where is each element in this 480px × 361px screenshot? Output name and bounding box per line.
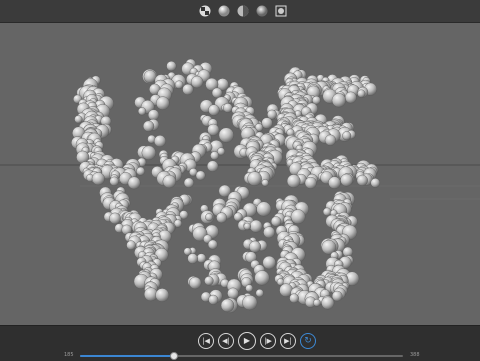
- sphere: [208, 294, 219, 305]
- material-sphere-icon[interactable]: [236, 4, 250, 18]
- timeline-track[interactable]: [80, 352, 403, 360]
- timeline-progress: [80, 355, 174, 357]
- sphere: [155, 96, 170, 110]
- sphere: [340, 173, 353, 187]
- sphere: [254, 270, 270, 286]
- sphere: [331, 93, 347, 108]
- sphere: [211, 87, 223, 99]
- sphere: [109, 212, 121, 225]
- sphere: [324, 134, 337, 146]
- timeline-scrubber[interactable]: [169, 352, 178, 360]
- sphere: [262, 255, 276, 270]
- sphere: [249, 219, 263, 233]
- frame-select-icon[interactable]: [274, 4, 288, 18]
- sphere: [242, 295, 258, 311]
- sphere: [263, 226, 275, 239]
- sphere: [313, 298, 321, 307]
- step-forward-button[interactable]: |▶: [260, 333, 276, 349]
- sphere: [218, 127, 234, 143]
- viewport-header: [0, 0, 480, 23]
- sphere: [222, 103, 233, 113]
- sphere: [247, 171, 262, 186]
- sphere: [342, 131, 352, 141]
- sphere: [289, 293, 299, 304]
- sphere: [196, 253, 207, 263]
- sphere: [255, 289, 264, 298]
- sphere: [143, 70, 157, 83]
- skip-to-end-button[interactable]: ▶|: [280, 333, 296, 349]
- sphere: [109, 176, 119, 187]
- loop-icon: ↻: [304, 335, 312, 346]
- sphere: [243, 222, 252, 231]
- playback-controls: |◀ ◀| ▶ |▶ ▶| ↻: [198, 332, 316, 350]
- shading-mode-toolbar: [198, 4, 288, 18]
- sphere: [206, 160, 219, 172]
- 3d-viewport[interactable]: [0, 23, 480, 325]
- step-forward-icon: |▶: [264, 336, 272, 345]
- sphere: [233, 212, 243, 222]
- sphere: [126, 240, 136, 250]
- frame-start-label: 185: [64, 352, 74, 358]
- sphere: [220, 298, 235, 313]
- sphere: [205, 213, 214, 222]
- step-back-icon: ◀|: [222, 336, 230, 345]
- sphere: [155, 288, 170, 302]
- sphere: [91, 172, 105, 186]
- sphere: [286, 174, 301, 188]
- sphere: [227, 287, 239, 300]
- sphere: [321, 296, 335, 310]
- sphere: [148, 109, 160, 121]
- sphere-text-scene: [0, 58, 480, 314]
- sphere: [370, 178, 381, 188]
- skip-start-icon: |◀: [202, 336, 210, 345]
- sphere: [322, 207, 332, 217]
- sphere: [357, 89, 366, 98]
- solid-sphere-icon[interactable]: [217, 4, 231, 18]
- sphere: [182, 83, 194, 96]
- sphere: [344, 91, 357, 104]
- sphere: [195, 170, 206, 181]
- shaded-sphere-icon[interactable]: [255, 4, 269, 18]
- sphere: [187, 253, 198, 264]
- sphere: [138, 107, 147, 116]
- sphere: [256, 201, 272, 217]
- sphere: [331, 290, 343, 302]
- sphere: [216, 212, 228, 224]
- sphere: [245, 284, 254, 293]
- skip-end-icon: ▶|: [284, 336, 292, 345]
- playback-bar: |◀ ◀| ▶ |▶ ▶| ↻ 185 388: [0, 325, 480, 361]
- sphere: [153, 135, 166, 148]
- sphere: [304, 176, 317, 189]
- sphere: [136, 166, 146, 176]
- sphere: [74, 115, 83, 124]
- sphere: [290, 209, 306, 225]
- play-button[interactable]: ▶: [238, 332, 256, 350]
- sphere: [208, 104, 220, 116]
- frame-end-label: 388: [410, 352, 420, 358]
- step-back-button[interactable]: ◀|: [218, 333, 234, 349]
- sphere: [162, 174, 177, 189]
- sphere: [210, 151, 220, 161]
- sphere: [166, 60, 177, 72]
- sphere: [261, 179, 269, 187]
- sphere: [183, 177, 195, 188]
- sphere: [143, 120, 155, 132]
- sphere: [141, 145, 157, 161]
- sphere: [188, 276, 202, 290]
- sphere: [328, 176, 341, 189]
- sphere: [127, 176, 141, 190]
- loop-button[interactable]: ↻: [300, 333, 316, 349]
- sphere: [204, 276, 214, 286]
- sphere: [190, 75, 204, 89]
- sphere: [207, 239, 218, 250]
- sphere: [174, 80, 184, 89]
- sphere: [248, 240, 261, 253]
- skip-to-start-button[interactable]: |◀: [198, 333, 214, 349]
- sphere: [270, 216, 282, 227]
- play-icon: ▶: [243, 336, 251, 345]
- checker-render-icon[interactable]: [198, 4, 212, 18]
- sphere: [356, 174, 368, 187]
